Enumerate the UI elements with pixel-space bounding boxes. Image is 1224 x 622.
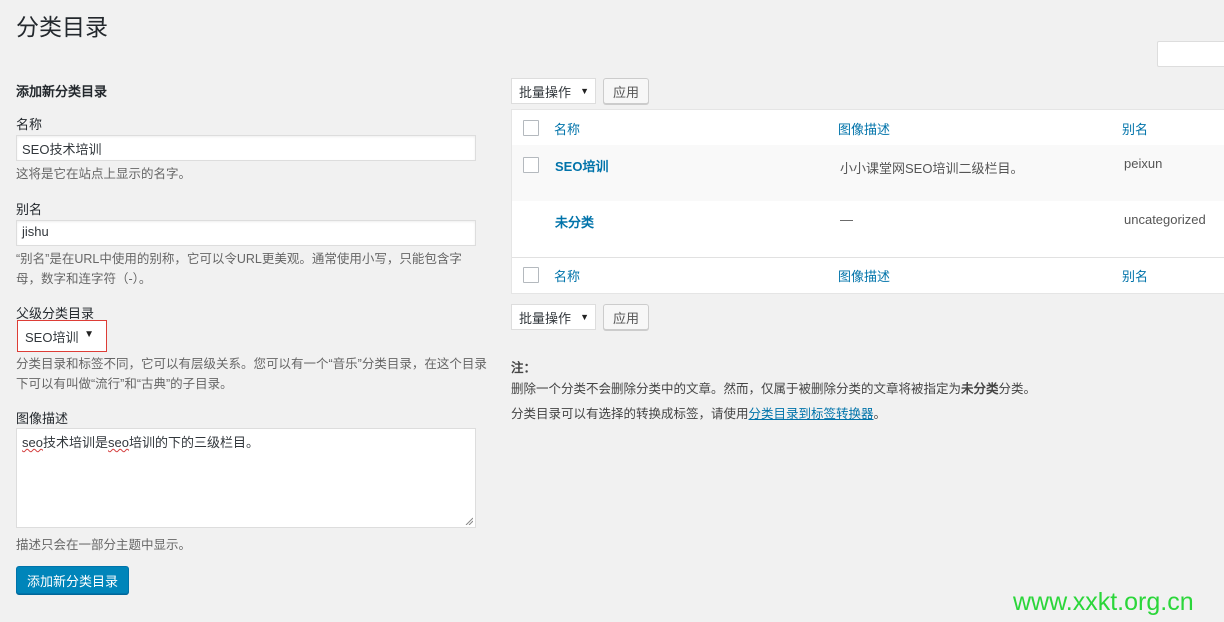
description-hint: 描述只会在一部分主题中显示。 (16, 538, 192, 552)
table-header: 名称 图像描述 别名 (512, 110, 1224, 146)
watermark: www.xxkt.org.cn (1013, 588, 1194, 616)
category-slug: uncategorized (1124, 212, 1206, 227)
select-all-checkbox[interactable] (523, 120, 539, 136)
converter-link[interactable]: 分类目录到标签转换器 (749, 407, 874, 421)
apply-button[interactable]: 应用 (603, 78, 649, 104)
slug-label: 别名 (16, 202, 43, 217)
form-section-title: 添加新分类目录 (16, 84, 108, 99)
page-title: 分类目录 (16, 14, 108, 40)
name-hint: 这将是它在站点上显示的名字。 (16, 167, 192, 181)
category-description: — (840, 212, 853, 227)
notes-text: 分类目录可以有选择的转换成标签，请使用 (511, 407, 749, 421)
notes-line-1: 删除一个分类不会删除分类中的文章。然而，仅属于被删除分类的文章将被指定为未分类分… (511, 378, 1211, 397)
category-slug: peixun (1124, 156, 1163, 171)
notes-title: 注： (511, 361, 537, 375)
spellcheck-word: seo (22, 435, 43, 450)
column-name[interactable]: 名称 (554, 266, 580, 285)
column-slug[interactable]: 别名 (1122, 119, 1148, 138)
name-field[interactable]: SEO技术培训 (16, 135, 476, 161)
notes-bold: 未分类 (961, 382, 999, 396)
description-text: 培训的下的三级栏目。 (128, 435, 259, 450)
notes-line-2: 分类目录可以有选择的转换成标签，请使用分类目录到标签转换器。 (511, 403, 1211, 422)
category-description: 小小课堂网SEO培训二级栏目。 (840, 161, 1024, 176)
bulk-action-select[interactable]: 批量操作 ▼ (511, 304, 596, 330)
bulk-action-select[interactable]: 批量操作 ▼ (511, 78, 596, 104)
search-input[interactable] (1157, 41, 1224, 67)
description-text: 技术培训是 (42, 435, 108, 450)
column-description[interactable]: 图像描述 (838, 119, 890, 138)
category-name-link[interactable]: 未分类 (555, 212, 594, 231)
table-row: SEO培训 小小课堂网SEO培训二级栏目。 peixun (512, 145, 1224, 201)
column-name[interactable]: 名称 (554, 119, 580, 138)
column-description[interactable]: 图像描述 (838, 266, 890, 285)
row-checkbox[interactable] (523, 157, 539, 173)
apply-button[interactable]: 应用 (603, 304, 649, 330)
add-category-button[interactable]: 添加新分类目录 (16, 566, 129, 594)
slug-field[interactable]: jishu (16, 220, 476, 246)
notes-text: 分类。 (998, 382, 1037, 396)
spellcheck-word: seo (107, 435, 129, 450)
slug-hint: “别名”是在URL中使用的别称，它可以令URL更美观。通常使用小写，只能包含字母… (16, 252, 462, 286)
notes-section: 注： 删除一个分类不会删除分类中的文章。然而，仅属于被删除分类的文章将被指定为未… (511, 357, 1211, 422)
notes-text: 删除一个分类不会删除分类中的文章。然而，仅属于被删除分类的文章将被指定为 (511, 382, 962, 396)
bulk-select-label: 批量操作 (519, 84, 572, 100)
name-label: 名称 (16, 117, 43, 132)
description-label: 图像描述 (16, 411, 69, 426)
select-all-checkbox[interactable] (523, 267, 539, 283)
table-footer: 名称 图像描述 别名 (512, 257, 1224, 293)
parent-select-value: SEO培训 (25, 329, 79, 345)
category-table: 名称 图像描述 别名 SEO培训 小小课堂网SEO培训二级栏目。 peixun … (511, 109, 1224, 294)
parent-category-select[interactable]: SEO培训 ▼ (17, 320, 107, 352)
dropdown-arrow-icon: ▼ (84, 329, 94, 340)
column-slug[interactable]: 别名 (1122, 266, 1148, 285)
bulk-select-label: 批量操作 (519, 310, 572, 326)
notes-text: 。 (873, 407, 887, 421)
dropdown-arrow-icon: ▼ (580, 312, 589, 322)
resize-handle-icon[interactable] (465, 517, 473, 525)
category-name-link[interactable]: SEO培训 (555, 156, 608, 175)
table-row: 未分类 — uncategorized (512, 201, 1224, 257)
parent-hint: 分类目录和标签不同，它可以有层级关系。您可以有一个“音乐”分类目录，在这个目录下… (16, 357, 487, 391)
dropdown-arrow-icon: ▼ (580, 86, 589, 96)
description-textarea[interactable]: seo技术培训是seo培训的下的三级栏目。 (16, 428, 476, 528)
